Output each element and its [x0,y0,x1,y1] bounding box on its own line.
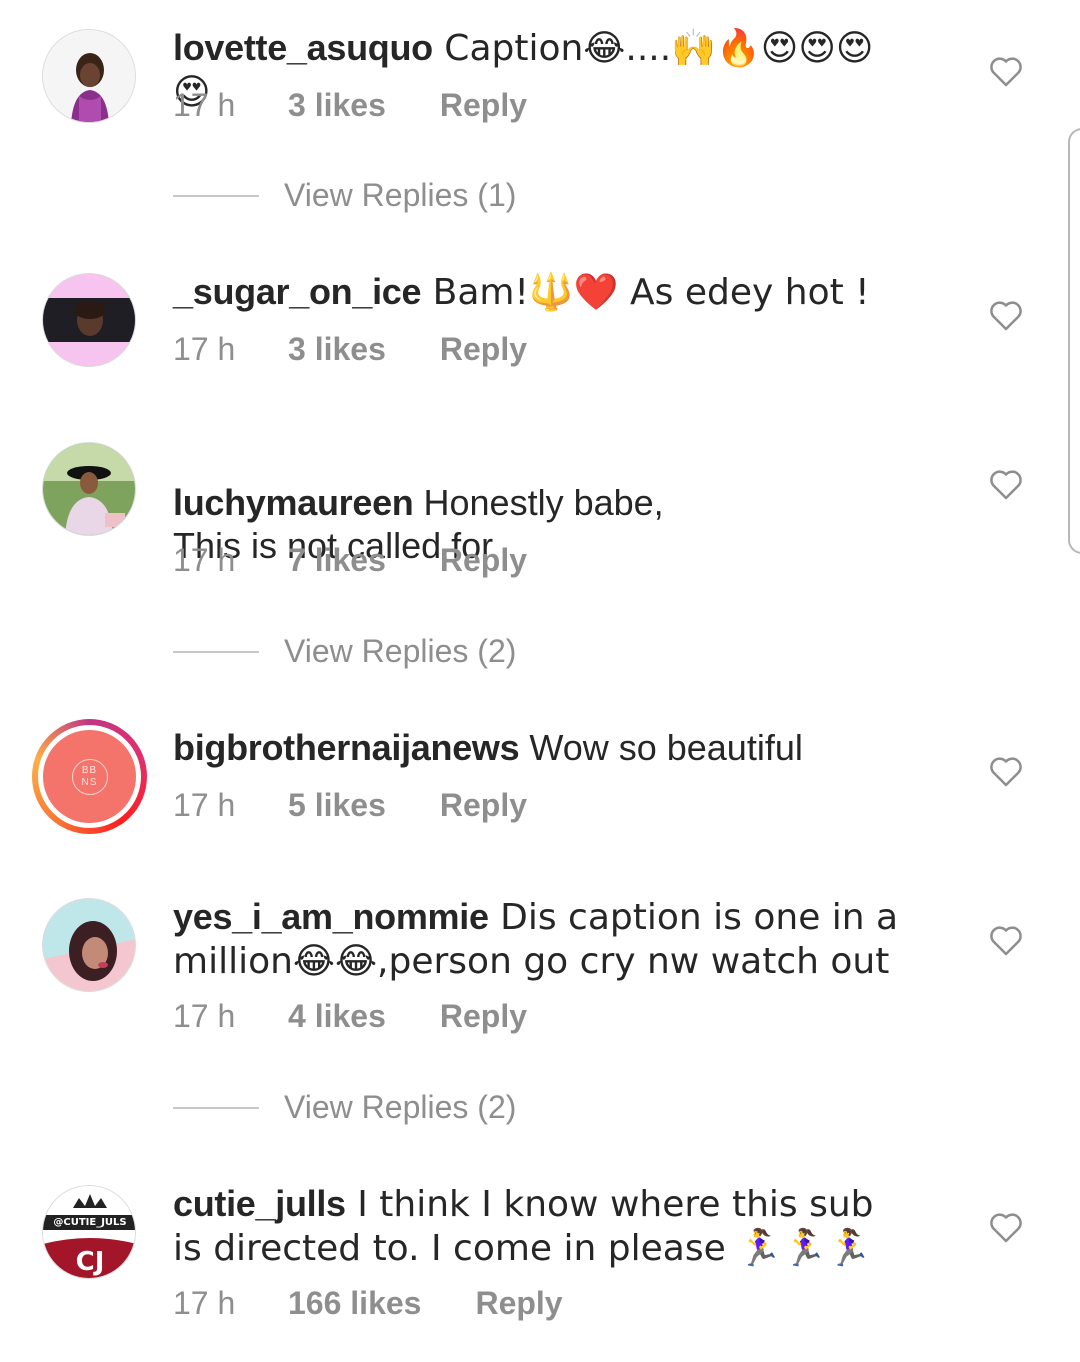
comment-meta: 17 h 3 likes Reply [173,329,527,369]
comment-likes[interactable]: 166 likes [288,1283,421,1323]
comment-text: _sugar_on_ice Bam!🔱❤️ As edey hot ! [173,270,903,314]
comment-body: Bam!🔱❤️ As edey hot ! [421,272,870,313]
comment-body: Wow so beautiful [519,727,803,768]
heart-outline-icon[interactable] [988,54,1024,88]
comment-meta: 17 h 166 likes Reply [173,1283,563,1323]
comment-meta: 17 h 4 likes Reply [173,996,527,1036]
avatar-luchymaureen[interactable] [42,442,136,536]
avatar-logo-text: @CUTIE_JULS [53,1217,127,1228]
avatar-lovette-asuquo[interactable] [42,29,136,123]
avatar-ring-gap: BB NS [38,725,141,828]
cutie-juls-logo-icon: CJ [43,1186,135,1278]
comment-time: 17 h [173,998,236,1034]
heart-outline-icon[interactable] [988,1210,1024,1244]
scrollbar[interactable] [1068,128,1080,554]
heart-outline-icon[interactable] [988,298,1024,332]
avatar-story-ring[interactable]: BB NS [32,719,147,834]
reply-button[interactable]: Reply [440,996,527,1036]
reply-button[interactable]: Reply [475,1283,562,1323]
comment-likes[interactable]: 4 likes [288,996,386,1036]
heart-outline-icon[interactable] [988,754,1024,788]
avatar-bigbrothernaijanews: BB NS [43,730,136,823]
heart-outline-icon[interactable] [988,467,1024,501]
heart-outline-icon[interactable] [988,923,1024,957]
comment-time: 17 h [173,331,236,367]
comment-username[interactable]: _sugar_on_ice [173,271,422,312]
comment-text: bigbrothernaijanews Wow so beautiful [173,726,903,769]
comment-time: 17 h [173,542,236,578]
replies-divider [173,1106,259,1109]
comment-meta: 17 h 7 likes Reply [173,540,527,580]
reply-button[interactable]: Reply [440,85,527,125]
comment-username[interactable]: luchymaureen [173,482,414,523]
comment-likes[interactable]: 3 likes [288,85,386,125]
comment-text: yes_i_am_nommie Dis caption is one in a … [173,895,903,983]
comment-username[interactable]: bigbrothernaijanews [173,727,520,768]
comment-meta: 17 h 3 likes Reply [173,85,527,125]
comment-likes[interactable]: 7 likes [288,540,386,580]
comment-likes[interactable]: 3 likes [288,329,386,369]
reply-button[interactable]: Reply [440,785,527,825]
avatar-yes-i-am-nommie[interactable] [42,898,136,992]
view-replies-label[interactable]: View Replies (2) [284,633,516,669]
view-replies-link[interactable]: View Replies (2) [173,631,516,671]
profile-photo-icon [43,274,135,366]
svg-text:CJ: CJ [76,1247,105,1277]
avatar-sugar-on-ice[interactable] [42,273,136,367]
replies-divider [173,650,259,653]
avatar-cutie-julls[interactable]: CJ @CUTIE_JULS [42,1185,136,1279]
comment-likes[interactable]: 5 likes [288,785,386,825]
comment-username[interactable]: lovette_asuquo [173,27,433,68]
profile-photo-icon [43,899,135,991]
comment-text: cutie_julls I think I know where this su… [173,1182,903,1270]
reply-button[interactable]: Reply [440,329,527,369]
reply-button[interactable]: Reply [440,540,527,580]
profile-photo-icon [43,443,135,535]
comment-time: 17 h [173,787,236,823]
comment-meta: 17 h 5 likes Reply [173,785,527,825]
bbns-logo-icon: BB NS [71,758,108,795]
comment-username[interactable]: cutie_julls [173,1183,346,1224]
profile-photo-icon [43,30,135,122]
comment-time: 17 h [173,87,236,123]
view-replies-label[interactable]: View Replies (2) [284,1089,516,1125]
view-replies-link[interactable]: View Replies (2) [173,1087,516,1127]
comment-username[interactable]: yes_i_am_nommie [173,896,489,937]
view-replies-link[interactable]: View Replies (1) [173,175,516,215]
replies-divider [173,194,259,197]
comment-time: 17 h [173,1285,236,1321]
view-replies-label[interactable]: View Replies (1) [284,177,516,213]
